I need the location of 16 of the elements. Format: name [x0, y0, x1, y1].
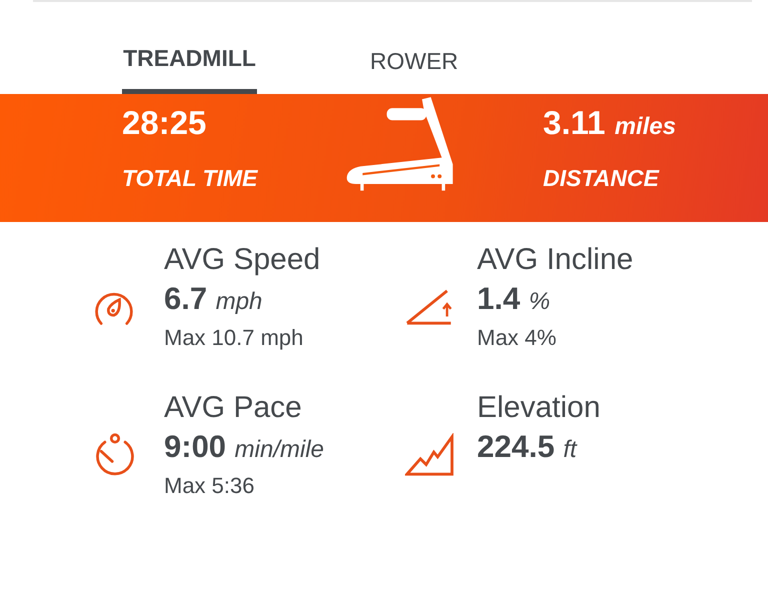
stat-title: AVG Pace: [164, 390, 303, 426]
total-time-label: TOTAL TIME: [122, 164, 259, 193]
distance-value: 3.11 miles: [543, 106, 676, 139]
stat-value: 224.5 ft: [477, 428, 578, 466]
total-time-value: 28:25: [122, 106, 208, 139]
stat-title: AVG Speed: [164, 242, 320, 278]
distance-label: DISTANCE: [543, 164, 660, 193]
stat-max: Max 5:36: [164, 472, 256, 500]
tab[interactable]: ROWER: [370, 2, 458, 94]
stat-value: 6.7 mph: [164, 280, 264, 318]
stat-max: Max 10.7 mph: [164, 324, 304, 352]
stat-value: 9:00 min/mile: [164, 428, 324, 466]
stat-max: Max 4%: [477, 324, 558, 352]
stat-title: AVG Incline: [477, 242, 634, 278]
stat-value: 1.4 %: [477, 280, 552, 318]
stat-title: Elevation: [477, 390, 600, 426]
